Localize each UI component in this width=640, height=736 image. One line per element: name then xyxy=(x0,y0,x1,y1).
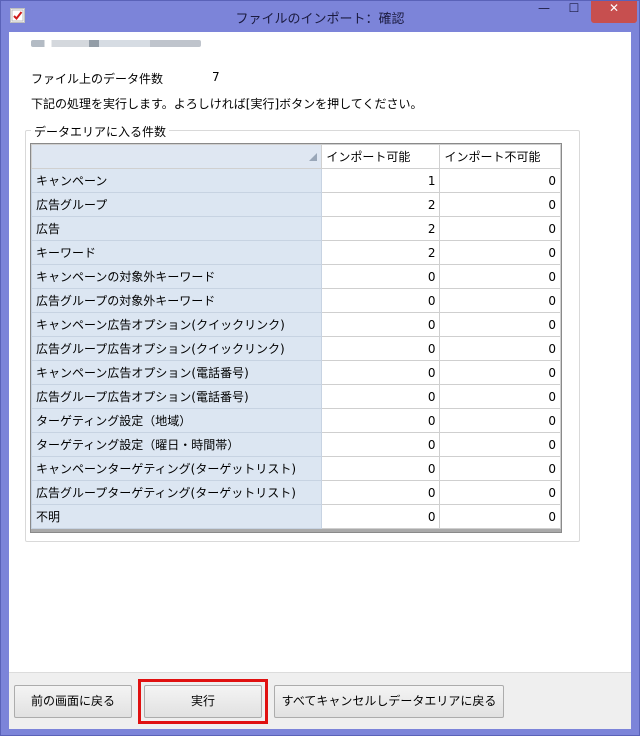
row-label[interactable]: 広告グループの対象外キーワード xyxy=(30,288,323,313)
importable-count-cell[interactable]: 0 xyxy=(321,480,441,505)
row-label[interactable]: 不明 xyxy=(30,504,323,529)
row-label[interactable]: 広告グループ広告オプション(クイックリンク) xyxy=(30,336,323,361)
importable-count-cell[interactable]: 1 xyxy=(321,168,441,193)
maximize-button[interactable]: ☐ xyxy=(561,1,587,23)
table-row[interactable]: 広告グループの対象外キーワード 0 0 xyxy=(30,288,561,313)
table-row[interactable]: ターゲティング設定（曜日・時間帯） 0 0 xyxy=(30,432,561,457)
importable-count-cell[interactable]: 0 xyxy=(321,336,441,361)
back-button[interactable]: 前の画面に戻る xyxy=(14,685,132,718)
row-label[interactable]: ターゲティング設定（曜日・時間帯） xyxy=(30,432,323,457)
not-importable-count-cell[interactable]: 0 xyxy=(439,480,561,505)
importable-count-cell[interactable]: 0 xyxy=(321,504,441,529)
not-importable-count-cell[interactable]: 0 xyxy=(439,168,561,193)
button-bar: 前の画面に戻る 実行 すべてキャンセルしデータエリアに戻る xyxy=(9,672,631,729)
importable-count-cell[interactable]: 0 xyxy=(321,264,441,289)
table-row[interactable]: キーワード 2 0 xyxy=(30,240,561,265)
title-bar: ファイルのインポート：確認 — ☐ ✕ xyxy=(1,1,639,32)
table-row[interactable]: キャンペーン広告オプション(電話番号) 0 0 xyxy=(30,360,561,385)
row-label[interactable]: キャンペーンターゲティング(ターゲットリスト) xyxy=(30,456,323,481)
not-importable-count-cell[interactable]: 0 xyxy=(439,264,561,289)
importable-count-cell[interactable]: 0 xyxy=(321,432,441,457)
importable-count-cell[interactable]: 2 xyxy=(321,240,441,265)
row-label[interactable]: 広告グループ広告オプション(電話番号) xyxy=(30,384,323,409)
table-row[interactable]: キャンペーンの対象外キーワード 0 0 xyxy=(30,264,561,289)
table-row[interactable]: 不明 0 0 xyxy=(30,504,561,529)
table-row[interactable]: キャンペーン 1 0 xyxy=(30,168,561,193)
row-label[interactable]: 広告 xyxy=(30,216,323,241)
table-row[interactable]: 広告 2 0 xyxy=(30,216,561,241)
corner-triangle-icon xyxy=(309,152,318,161)
not-importable-count-cell[interactable]: 0 xyxy=(439,192,561,217)
minimize-button[interactable]: — xyxy=(531,1,557,23)
table-row[interactable]: 広告グループ 2 0 xyxy=(30,192,561,217)
file-count-label: ファイル上のデータ件数 xyxy=(31,72,164,86)
importable-count-cell[interactable]: 0 xyxy=(321,360,441,385)
table-row[interactable]: 広告グループターゲティング(ターゲットリスト) 0 0 xyxy=(30,480,561,505)
minimize-icon: — xyxy=(538,1,550,15)
column-header-importable[interactable]: インポート可能 xyxy=(321,144,441,169)
table-header-row: インポート可能 インポート不可能 xyxy=(30,144,561,169)
row-label[interactable]: ターゲティング設定（地域） xyxy=(30,408,323,433)
table-row[interactable]: 広告グループ広告オプション(クイックリンク) 0 0 xyxy=(30,336,561,361)
table-row[interactable]: ターゲティング設定（地域） 0 0 xyxy=(30,408,561,433)
content-area: ファイル上のデータ件数 7 下記の処理を実行します。よろしければ[実行]ボタンを… xyxy=(9,32,631,672)
not-importable-count-cell[interactable]: 0 xyxy=(439,384,561,409)
file-count-value: 7 xyxy=(212,70,220,84)
blurred-file-path xyxy=(31,40,201,47)
importable-count-cell[interactable]: 2 xyxy=(321,216,441,241)
importable-count-cell[interactable]: 0 xyxy=(321,288,441,313)
importable-count-cell[interactable]: 0 xyxy=(321,408,441,433)
column-header-not-importable[interactable]: インポート不可能 xyxy=(439,144,561,169)
close-icon: ✕ xyxy=(608,1,620,15)
data-area-count-group: データエリアに入る件数 インポート可能 インポート不可能 キャンペーン 1 0 … xyxy=(25,123,580,542)
not-importable-count-cell[interactable]: 0 xyxy=(439,216,561,241)
not-importable-count-cell[interactable]: 0 xyxy=(439,456,561,481)
row-label[interactable]: キャンペーンの対象外キーワード xyxy=(30,264,323,289)
row-label[interactable]: 広告グループターゲティング(ターゲットリスト) xyxy=(30,480,323,505)
not-importable-count-cell[interactable]: 0 xyxy=(439,240,561,265)
row-label[interactable]: 広告グループ xyxy=(30,192,323,217)
importable-count-cell[interactable]: 0 xyxy=(321,456,441,481)
cancel-all-button[interactable]: すべてキャンセルしデータエリアに戻る xyxy=(274,685,504,718)
importable-count-cell[interactable]: 2 xyxy=(321,192,441,217)
importable-count-cell[interactable]: 0 xyxy=(321,384,441,409)
table-row[interactable]: 広告グループ広告オプション(電話番号) 0 0 xyxy=(30,384,561,409)
count-grid: インポート可能 インポート不可能 キャンペーン 1 0 広告グループ 2 0 広告 2 0 キーワ… xyxy=(30,143,562,533)
row-label[interactable]: キーワード xyxy=(30,240,323,265)
row-label[interactable]: キャンペーン広告オプション(電話番号) xyxy=(30,360,323,385)
group-title: データエリアに入る件数 xyxy=(31,123,170,140)
close-button[interactable]: ✕ xyxy=(591,1,637,23)
row-label[interactable]: キャンペーン xyxy=(30,168,323,193)
instruction-text: 下記の処理を実行します。よろしければ[実行]ボタンを押してください。 xyxy=(31,97,423,111)
table-row[interactable]: キャンペーン広告オプション(クイックリンク) 0 0 xyxy=(30,312,561,337)
not-importable-count-cell[interactable]: 0 xyxy=(439,504,561,529)
maximize-icon: ☐ xyxy=(568,1,580,15)
not-importable-count-cell[interactable]: 0 xyxy=(439,336,561,361)
select-all-corner[interactable] xyxy=(30,144,323,169)
not-importable-count-cell[interactable]: 0 xyxy=(439,288,561,313)
table-row[interactable]: キャンペーンターゲティング(ターゲットリスト) 0 0 xyxy=(30,456,561,481)
import-confirm-window: ファイルのインポート：確認 — ☐ ✕ ファイル上のデータ件数 7 下記の処理を… xyxy=(0,0,640,736)
not-importable-count-cell[interactable]: 0 xyxy=(439,360,561,385)
not-importable-count-cell[interactable]: 0 xyxy=(439,432,561,457)
row-label[interactable]: キャンペーン広告オプション(クイックリンク) xyxy=(30,312,323,337)
importable-count-cell[interactable]: 0 xyxy=(321,312,441,337)
not-importable-count-cell[interactable]: 0 xyxy=(439,312,561,337)
not-importable-count-cell[interactable]: 0 xyxy=(439,408,561,433)
execute-button[interactable]: 実行 xyxy=(144,685,262,718)
count-table: インポート可能 インポート不可能 キャンペーン 1 0 広告グループ 2 0 広告 2 0 キーワ… xyxy=(30,144,561,529)
